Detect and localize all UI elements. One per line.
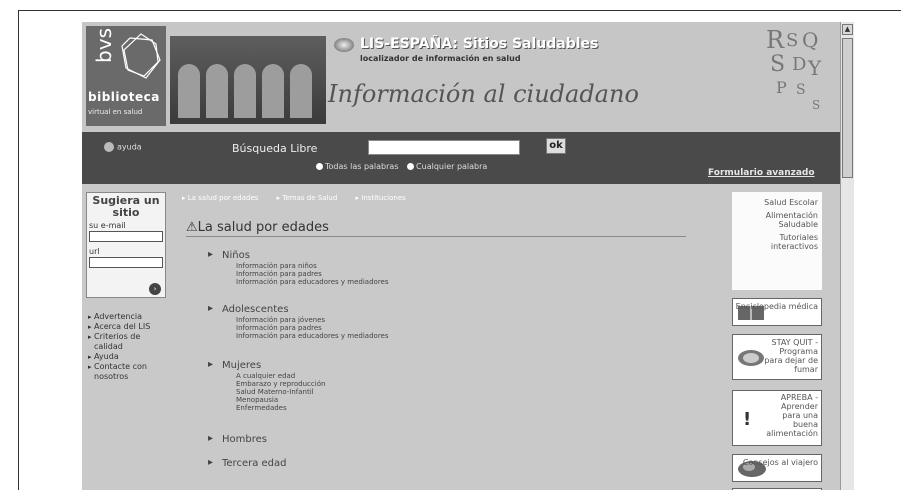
lis-subtitle: localizador de información en salud [360,54,521,63]
group-title[interactable]: Mujeres [208,359,325,372]
group-adolescentes: Adolescentes Información para jóvenes In… [208,303,389,340]
group-link[interactable]: Información para niños [236,262,389,270]
right-link[interactable]: Tutoriales interactivos [732,231,822,253]
nav-criterios[interactable]: Criterios de calidad [88,332,168,352]
search-mode-options: Todas las palabras Cualquier palabra [316,162,487,171]
page-title: Información al ciudadano [328,80,639,108]
group-link[interactable]: A cualquier edad [236,372,325,380]
promo-viajero[interactable]: Consejos al viajero [732,454,822,482]
logo-name: biblioteca [88,90,160,104]
left-nav: Advertencia Acerca del LIS Criterios de … [88,312,168,382]
url-field[interactable] [89,257,163,268]
help-label: ayuda [117,142,142,152]
radio-any-label: Cualquier palabra [416,162,488,171]
search-bar: ayuda Búsqueda Libre ok Todas las palabr… [82,132,840,184]
logo-star-icon [121,33,161,79]
decorative-letters-icon: R S Q S D Y P S S [766,26,822,112]
exclamation-icon: ! [743,409,752,430]
suggest-submit-button[interactable]: › [149,283,161,295]
group-link[interactable]: Embarazo y reproducción [236,380,325,388]
breadcrumb-item[interactable]: ▸ Instituciones [356,194,414,202]
right-link[interactable]: Alimentación Saludable [732,209,822,231]
advanced-search-link[interactable]: Formulario avanzado [708,168,815,178]
cloister-image [170,36,326,124]
lis-title: LIS-ESPAÑA: Sitios Saludables [360,36,599,52]
group-link[interactable]: Información para padres [236,324,389,332]
promo-text: Enciclopedia médica [735,302,818,311]
scroll-up-arrow-icon[interactable]: ▲ [842,24,853,35]
breadcrumb: ▸ La salud por edades ▸ Temas de Salud ▸… [182,194,422,202]
group-tercera-edad: Tercera edad [208,457,287,470]
promo-stay-quit[interactable]: STAY QUIT - Programa para dejar de fumar [732,334,822,380]
group-title[interactable]: Niños [208,249,389,262]
radio-selected-icon [316,163,323,170]
site-header: bvs biblioteca virtual en salud LIS-ESPA… [82,22,840,132]
search-ok-button[interactable]: ok [546,138,566,154]
section-divider [186,236,686,237]
group-link[interactable]: Información para padres [236,270,389,278]
group-title[interactable]: Tercera edad [208,457,287,470]
group-title[interactable]: Hombres [208,433,267,446]
group-link[interactable]: Información para educadores y mediadores [236,332,389,340]
email-label: su e-mail [89,221,126,230]
radio-any-word[interactable]: Cualquier palabra [407,162,487,171]
radio-all-label: Todas las palabras [325,162,399,171]
vertical-scrollbar[interactable]: ▲ [840,22,854,490]
search-input[interactable] [368,140,520,155]
radio-all-words[interactable]: Todas las palabras [316,162,399,171]
group-link[interactable]: Salud Materno-Infantil [236,388,325,396]
nav-contacte[interactable]: Contacte con nosotros [88,362,168,382]
logo-subtitle: virtual en salud [88,108,143,116]
scroll-thumb[interactable] [842,38,853,178]
promo-text: STAY QUIT - Programa para dejar de fumar [764,338,818,374]
suggest-title: Sugiera un sitio [92,194,160,219]
help-icon [104,142,114,152]
promo-text: APREBA - Aprender para una buena aliment… [766,393,818,438]
email-field[interactable] [89,231,163,242]
browser-viewport: bvs biblioteca virtual en salud LIS-ESPA… [82,22,840,490]
promo-text: Consejos al viajero [742,458,818,467]
breadcrumb-item[interactable]: ▸ Temas de Salud [277,194,346,202]
bvs-logo[interactable]: bvs biblioteca virtual en salud [86,26,166,126]
group-mujeres: Mujeres A cualquier edad Embarazo y repr… [208,359,325,412]
nav-acerca[interactable]: Acerca del LIS [88,322,168,332]
lis-disc-icon [334,38,354,52]
suggest-site-box: Sugiera un sitio su e-mail url › [86,192,166,298]
group-link[interactable]: Menopausia [236,396,325,404]
nav-ayuda[interactable]: Ayuda [88,352,168,362]
group-ninos: Niños Información para niños Información… [208,249,389,286]
logo-word: bvs [92,28,116,63]
section-title: ⚠La salud por edades [186,220,329,235]
warning-triangle-icon: ⚠ [186,220,198,235]
promo-enciclopedia[interactable]: Enciclopedia médica [732,298,822,326]
right-links-box: Salud Escolar Alimentación Saludable Tut… [732,192,822,290]
search-label: Búsqueda Libre [232,142,318,155]
right-link[interactable]: Salud Escolar [732,196,822,209]
nav-advertencia[interactable]: Advertencia [88,312,168,322]
group-link[interactable]: Enfermedades [236,404,325,412]
radio-icon [407,163,415,170]
breadcrumb-item[interactable]: ▸ La salud por edades [182,194,266,202]
url-label: url [89,247,100,256]
no-smoking-icon [738,350,764,366]
help-link[interactable]: ayuda [104,142,142,152]
promo-apreba[interactable]: ! APREBA - Aprender para una buena alime… [732,390,822,446]
group-link[interactable]: Información para educadores y mediadores [236,278,389,286]
group-link[interactable]: Información para jóvenes [236,316,389,324]
group-title[interactable]: Adolescentes [208,303,389,316]
group-hombres: Hombres [208,433,267,446]
